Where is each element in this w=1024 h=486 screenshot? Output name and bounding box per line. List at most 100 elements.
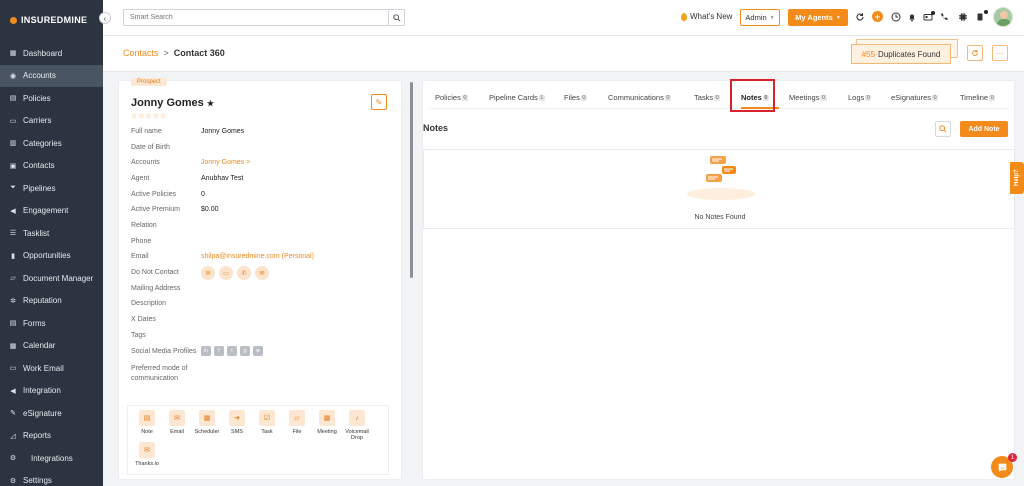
sidebar-item-reports[interactable]: ◿ Reports [0,425,103,448]
sms-icon[interactable]: ▭ [219,266,233,280]
reputation-icon: ✲ [10,297,16,305]
field-value: 0 [201,191,205,198]
chip-icon[interactable] [958,12,968,22]
mail-off-icon[interactable]: ✉ [255,266,269,280]
action-email[interactable]: ✉ Email [162,410,192,435]
action-voicemail-drop[interactable]: ♪ Voicemail Drop [342,410,372,441]
sidebar-item-accounts[interactable]: ◉ Accounts [0,64,103,87]
field-agent: Agent Anubhav Test [131,175,391,187]
sidebar: INSUREDMINE ▦ Dashboard ◉ Accounts ▤ Policies… [0,0,103,486]
search-icon[interactable] [388,10,404,25]
facebook-icon[interactable]: f [214,346,224,356]
sidebar-item-tasklist[interactable]: ☰ Tasklist [0,222,103,245]
email-icon[interactable]: ✉ [201,266,215,280]
sync-icon [972,49,978,56]
twitter-icon[interactable]: t [227,346,237,356]
linkedin-icon[interactable]: in [201,346,211,356]
tab-label: Logs [848,93,865,102]
tab-pipeline-cards[interactable]: Pipeline Cards 1 [489,93,545,102]
sidebar-item-pipelines[interactable]: ⏷ Pipelines [0,177,103,200]
tab-count-badge: 0 [461,94,468,101]
tab-files[interactable]: Files 0 [564,93,587,102]
prospect-badge: Prospect [131,78,167,86]
action-thanks-io[interactable]: ✉ Thanks.io [132,442,162,467]
integration-icon: ◀ [10,387,16,395]
tab-esignatures[interactable]: eSignatures 0 [891,93,939,102]
sidebar-item-dashboard[interactable]: ▦ Dashboard [0,42,103,65]
add-note-button[interactable]: Add Note [960,121,1008,137]
sidebar-item-calendar[interactable]: ▦ Calendar [0,335,103,358]
collapse-sidebar-button[interactable]: ‹ [99,12,111,24]
tab-meetings[interactable]: Meetings 0 [789,93,827,102]
sidebar-item-engagement[interactable]: ◀ Engagement [0,200,103,223]
notes-search-button[interactable] [935,121,951,137]
sidebar-item-categories[interactable]: ▥ Categories [0,132,103,155]
rating-stars[interactable]: ☆☆☆☆☆ [131,112,167,120]
logo[interactable]: INSUREDMINE [0,0,103,40]
sidebar-item-integration[interactable]: ◀ Integration [0,380,103,403]
sidebar-item-label: Forms [23,318,46,328]
more-options-button[interactable]: ··· [992,45,1008,61]
sidebar-item-opportunities[interactable]: ▮ Opportunities [0,245,103,268]
bell-icon[interactable] [907,12,917,22]
breadcrumb-contacts-link[interactable]: Contacts [123,48,159,58]
field-value[interactable]: shilpa@insuredmine.com (Personal) [201,253,314,260]
edit-contact-button[interactable]: ✎ [371,94,387,110]
device-icon[interactable] [975,12,985,22]
action-sms[interactable]: ➜ SMS [222,410,252,435]
tab-count-badge: 0 [714,94,721,101]
sync-button[interactable] [967,45,983,61]
integrations-icon: ⚙ [9,455,17,463]
action-note[interactable]: ▤ Note [132,410,162,435]
help-tab[interactable]: Help ? [1010,162,1024,194]
tab-label: Communications [608,93,664,102]
sidebar-item-policies[interactable]: ▤ Policies [0,87,103,110]
sidebar-item-carriers[interactable]: ▭ Carriers [0,110,103,133]
tab-tasks[interactable]: Tasks 0 [694,93,721,102]
phone-icon[interactable] [939,12,949,22]
admin-select[interactable]: Admin ▼ [740,9,780,26]
status-dot [984,10,988,14]
sidebar-item-label: Carriers [23,116,52,126]
quick-add-icon[interactable]: + [872,11,883,22]
action-scheduler[interactable]: ▦ Scheduler [192,410,222,435]
globe-icon[interactable]: ⊕ [253,346,263,356]
field-tags: Tags [131,332,391,344]
duplicates-count: #55 [861,49,876,59]
duplicates-found-button[interactable]: #55 Duplicates Found [851,44,951,64]
sidebar-item-document-manager[interactable]: ▱ Document Manager [0,267,103,290]
sidebar-item-label: Dashboard [23,48,63,58]
sidebar-item-esignature[interactable]: ✎ eSignature [0,402,103,425]
avatar[interactable] [993,7,1013,27]
tab-policies[interactable]: Policies 0 [435,93,468,102]
tab-communications[interactable]: Communications 0 [608,93,671,102]
notes-heading: Notes [423,123,449,133]
sidebar-item-contacts[interactable]: ▣ Contacts [0,155,103,178]
instagram-icon[interactable]: ◎ [240,346,250,356]
action-task[interactable]: ☑ Task [252,410,282,435]
search-input[interactable] [124,10,388,25]
star-icon[interactable]: ★ [207,99,214,108]
my-agents-button[interactable]: My Agents ▼ [788,9,848,26]
sidebar-item-work-email[interactable]: ▭ Work Email [0,357,103,380]
tab-logs[interactable]: Logs 0 [848,93,872,102]
tab-bar: Policies 0 Pipeline Cards 1 Files 0 Communicat… [423,89,1016,109]
email-icon: ▭ [9,365,17,373]
sidebar-item-settings[interactable]: ⚙ Settings [0,470,103,486]
field-value[interactable]: Jonny Gomes > [201,159,250,166]
sidebar-item-forms[interactable]: ▤ Forms [0,312,103,335]
action-file[interactable]: ▱ File [282,410,312,435]
clock-icon[interactable] [891,12,901,22]
action-meeting[interactable]: ▦ Meeting [312,410,342,435]
note-icon: ▤ [139,410,155,426]
sidebar-nav: ▦ Dashboard ◉ Accounts ▤ Policies ▭ Carriers ▥ Ca… [0,42,103,486]
chevron-down-icon: ▼ [769,14,775,21]
sidebar-item-integrations[interactable]: ⚙ Integrations [0,447,103,470]
scrollbar[interactable] [410,82,413,278]
refresh-icon[interactable] [855,12,865,22]
whats-new-link[interactable]: What's New [681,12,732,21]
tab-timeline[interactable]: Timeline 0 [960,93,996,102]
calendar-icon: ▦ [9,342,17,350]
sidebar-item-reputation[interactable]: ✲ Reputation [0,290,103,313]
phone-icon[interactable]: ✆ [237,266,251,280]
